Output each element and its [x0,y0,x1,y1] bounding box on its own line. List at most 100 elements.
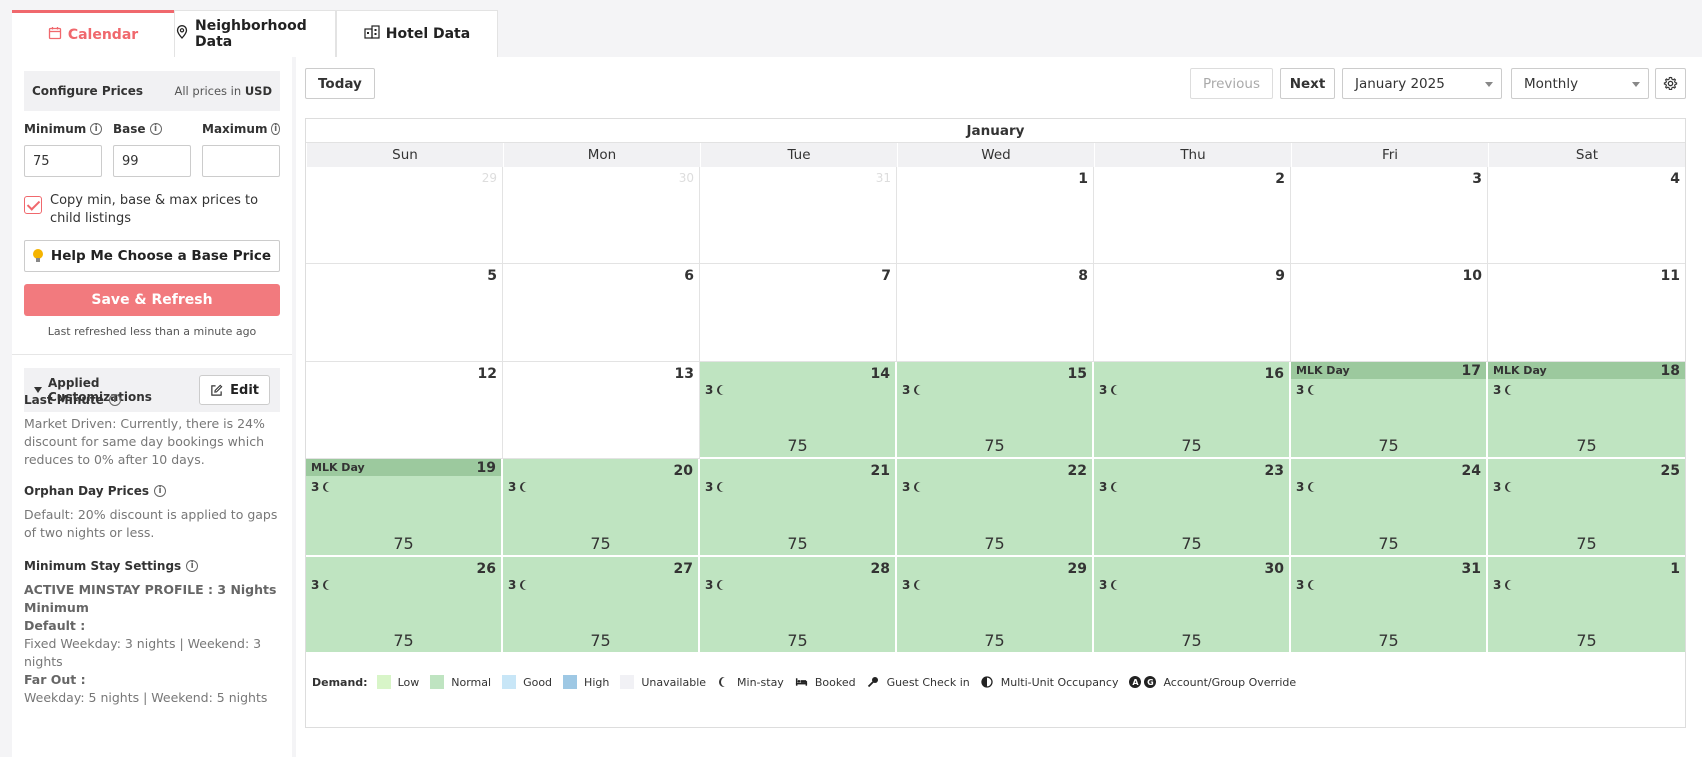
day-number: 11 [1660,268,1680,285]
info-icon[interactable]: i [90,123,102,135]
day-price: 75 [393,630,414,650]
day-number: 18 [1660,362,1680,379]
day-price: 75 [787,630,808,650]
calendar-day-cell[interactable]: 15 3 75 [897,361,1094,460]
month-select[interactable]: January 2025 [1342,68,1502,99]
info-icon[interactable]: i [186,560,199,572]
calendar-day-cell[interactable]: 22 3 75 [897,459,1094,557]
min-stay-indicator: 3 [1296,578,1320,592]
calendar-day-cell[interactable]: 7 [700,264,897,362]
calendar-day-cell[interactable]: MLK Day 19 3 75 [306,459,503,557]
calendar-day-cell[interactable]: 24 3 75 [1291,459,1488,557]
tab-calendar[interactable]: Calendar [12,10,174,57]
save-refresh-button[interactable]: Save & Refresh [24,284,280,316]
info-icon[interactable]: i [271,123,280,135]
maximum-price-input[interactable] [202,145,280,177]
calendar-day-cell[interactable]: 11 [1488,264,1685,362]
moon-icon [916,580,926,590]
moon-icon [1113,385,1123,395]
day-price: 75 [393,533,414,553]
calendar-day-cell[interactable]: 9 [1094,264,1291,362]
calendar-day-cell[interactable]: 16 3 75 [1094,361,1291,460]
day-number: 21 [870,463,890,480]
calendar-day-cell[interactable]: 31 3 75 [1291,556,1488,654]
calendar-day-cell[interactable]: 6 [503,264,700,362]
moon-icon [522,580,532,590]
moon-icon [1507,385,1517,395]
moon-icon [1310,385,1320,395]
calendar-day-cell[interactable]: MLK Day 17 3 75 [1291,361,1488,460]
day-number: 8 [1078,268,1088,285]
day-price: 75 [1181,436,1202,456]
tab-neighborhood-label: Neighborhood Data [195,18,307,50]
min-stay-indicator: 3 [1493,578,1517,592]
calendar-day-cell[interactable]: 26 3 75 [306,556,503,654]
configure-prices-title: Configure Prices [32,84,144,98]
weekday-header: Sun Mon Tue Wed Thu Fri Sat [306,143,1685,167]
help-choose-base-price-button[interactable]: Help Me Choose a Base Price [24,240,280,272]
calendar-day-cell[interactable]: 23 3 75 [1094,459,1291,557]
moon-icon [719,580,729,590]
calendar-day-cell[interactable]: 14 3 75 [700,361,897,460]
calendar-day-cell[interactable]: 2 [1094,167,1291,265]
pricing-sidebar: Configure Prices All prices in USD Minim… [12,57,292,757]
calendar-day-cell[interactable]: 1 [897,167,1094,265]
view-select[interactable]: Monthly [1511,68,1649,99]
calendar-day-cell[interactable]: 29 3 75 [897,556,1094,654]
lightbulb-icon [32,249,43,263]
legend-swatch [620,675,635,689]
info-icon[interactable]: i [149,123,162,135]
calendar-day-cell[interactable]: MLK Day 18 3 75 [1488,361,1685,460]
demand-legend: Demand: Low Normal Good High Unavailable… [312,671,1300,693]
calendar-day-cell[interactable]: 30 3 75 [1094,556,1291,654]
base-price-input[interactable] [113,145,191,177]
copy-to-children-label: Copy min, base & max prices to child lis… [50,193,259,226]
min-stay-indicator: 3 [902,480,926,494]
last-minute-description: Market Driven: Currently, there is 24% d… [24,416,265,467]
tab-neighborhood-data[interactable]: Neighborhood Data [174,10,336,57]
info-icon[interactable]: i [153,485,166,497]
calendar-day-cell[interactable]: 13 [503,361,700,460]
minimum-price-input[interactable] [24,145,102,177]
day-number: 27 [673,560,693,577]
calendar-day-cell[interactable]: 30 [503,167,700,265]
next-button[interactable]: Next [1280,68,1335,99]
day-price: 75 [1378,630,1399,650]
day-number: 19 [476,460,496,477]
moon-icon [1113,482,1123,492]
calendar-day-cell[interactable]: 31 [700,167,897,265]
copy-to-children-checkbox[interactable] [24,196,42,214]
calendar-day-cell[interactable]: 1 3 75 [1488,556,1685,654]
pie-half-icon [981,676,994,689]
calendar-day-cell[interactable]: 28 3 75 [700,556,897,654]
calendar-day-cell[interactable]: 27 3 75 [503,556,700,654]
calendar-day-cell[interactable]: 3 [1291,167,1488,265]
calendar-day-cell[interactable]: 10 [1291,264,1488,362]
day-price: 75 [1576,436,1597,456]
previous-button[interactable]: Previous [1190,68,1273,99]
calendar-day-cell[interactable]: 12 [306,361,503,460]
moon-icon [325,482,335,492]
calendar-day-cell[interactable]: 25 3 75 [1488,459,1685,557]
minimum-price-field: Minimum i [24,121,102,177]
day-number: 17 [1461,362,1481,379]
settings-button[interactable] [1655,68,1686,99]
info-icon[interactable]: i [108,394,121,406]
weekday-sat: Sat [1488,143,1685,167]
holiday-name: MLK Day [311,461,365,475]
calendar-day-cell[interactable]: 5 [306,264,503,362]
calendar-day-cell[interactable]: 21 3 75 [700,459,897,557]
day-number: 26 [476,560,496,577]
day-number: 20 [673,463,693,480]
calendar-day-cell[interactable]: 20 3 75 [503,459,700,557]
day-price: 75 [984,436,1005,456]
calendar-icon [48,26,62,44]
today-button[interactable]: Today [305,68,375,99]
tab-hotel-data[interactable]: Hotel Data [336,10,498,57]
chevron-down-icon [1485,82,1493,87]
day-price: 75 [1576,533,1597,553]
legend-item-multi-unit: Multi-Unit Occupancy [981,676,1118,689]
calendar-day-cell[interactable]: 29 [306,167,503,265]
calendar-day-cell[interactable]: 8 [897,264,1094,362]
calendar-day-cell[interactable]: 4 [1488,167,1685,265]
